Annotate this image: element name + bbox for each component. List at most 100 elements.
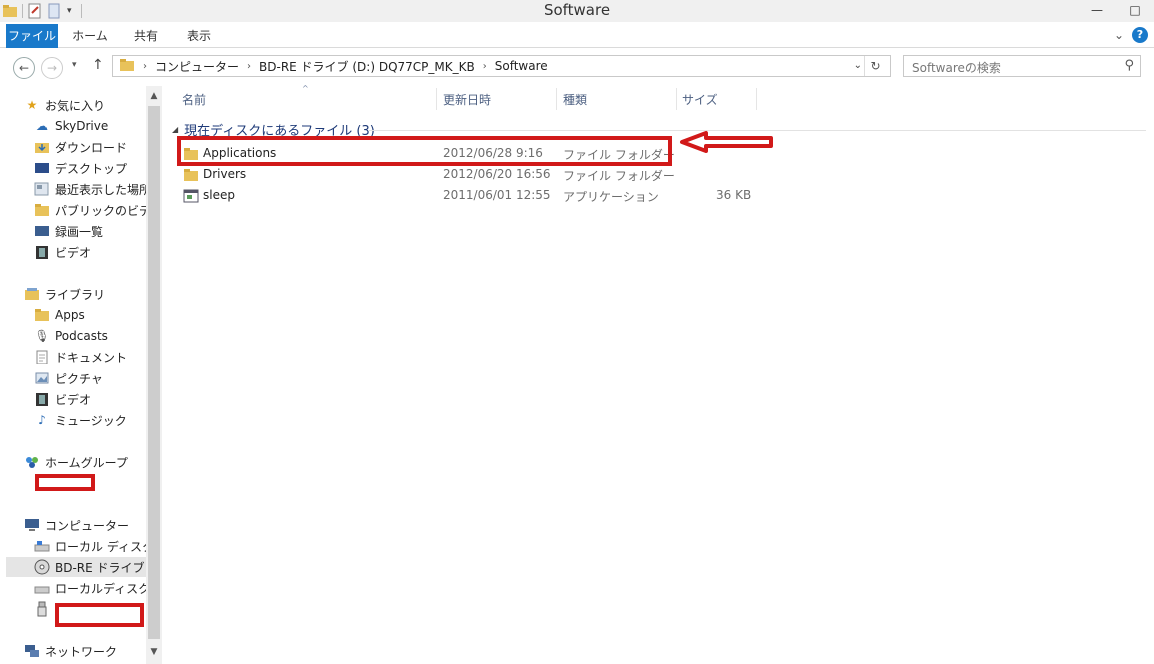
file-name: sleep [203, 188, 235, 202]
breadcrumb-item[interactable]: BD-RE ドライブ (D:) DQ77CP_MK_KB [259, 58, 475, 75]
star-icon: ★ [26, 98, 38, 112]
search-input[interactable]: Softwareの検索 [912, 59, 1001, 76]
collapse-triangle-icon[interactable]: ◢ [172, 125, 178, 134]
chevron-right-icon: › [143, 60, 147, 72]
nav-item-videos[interactable]: ビデオ [34, 242, 91, 262]
file-size: 36 KB [716, 188, 752, 202]
column-divider[interactable] [556, 88, 557, 110]
column-header-size[interactable]: サイズ [682, 90, 718, 110]
window-title: Software [543, 1, 611, 19]
file-date: 2011/06/01 12:55 [443, 188, 551, 202]
chevron-right-icon: › [247, 60, 252, 72]
drive-icon [34, 580, 50, 596]
refresh-icon[interactable]: ↻ [864, 56, 886, 76]
nav-network[interactable]: ネットワーク [24, 641, 117, 661]
tv-icon [34, 223, 50, 239]
nav-pane-scrollbar[interactable]: ▲ ▼ [146, 86, 162, 664]
nav-item-bd-re-drive[interactable]: BD-RE ドライブ (D [6, 557, 146, 577]
recent-places-icon [34, 181, 50, 197]
column-divider[interactable] [676, 88, 677, 110]
column-header-type[interactable]: 種類 [563, 90, 587, 110]
nav-item-usb-drive[interactable] [34, 599, 55, 619]
navigation-pane: ★ お気に入り ☁ SkyDrive ダウンロード デスクトップ 最近表示した場… [0, 86, 146, 664]
picture-icon [34, 370, 50, 386]
download-folder-icon [34, 139, 50, 155]
nav-item-recent-places[interactable]: 最近表示した場所 [34, 179, 146, 199]
forward-button[interactable]: → [41, 57, 63, 79]
disc-icon [34, 559, 50, 575]
ribbon-tabs: ファイル ホーム 共有 表示 ⌄ ? [0, 24, 1154, 48]
nav-item-apps[interactable]: Apps [34, 305, 85, 325]
annotation-redaction-box [55, 603, 144, 627]
nav-homegroup[interactable]: ホームグループ [24, 452, 128, 472]
breadcrumb-item[interactable]: Software [495, 59, 548, 73]
library-icon [24, 286, 40, 302]
search-icon[interactable]: ⚲ [1124, 58, 1134, 73]
tab-file[interactable]: ファイル [6, 24, 58, 48]
file-row[interactable]: sleep 2011/06/01 12:55 アプリケーション 36 KB [180, 186, 780, 206]
nav-item-podcasts[interactable]: 🎙 Podcasts [34, 326, 108, 346]
cloud-icon: ☁ [36, 119, 48, 133]
nav-item-videos-library[interactable]: ビデオ [34, 389, 91, 409]
title-bar: ▾ Software — □ [0, 0, 1154, 22]
tab-view[interactable]: 表示 [176, 24, 222, 48]
application-icon [183, 188, 199, 204]
homegroup-icon [24, 454, 40, 470]
tab-home[interactable]: ホーム [64, 24, 116, 48]
chevron-right-icon: › [482, 60, 487, 72]
scroll-down-icon[interactable]: ▼ [146, 644, 162, 660]
maximize-button[interactable]: □ [1116, 0, 1154, 20]
nav-item-public-videos[interactable]: パブリックのビデオ [34, 200, 146, 220]
nav-item-local-disk-e[interactable]: ローカルディスク (E [34, 578, 146, 598]
desktop-icon [34, 160, 50, 176]
folder-icon [119, 58, 135, 75]
nav-item-downloads[interactable]: ダウンロード [34, 137, 127, 157]
recent-locations-chevron-icon[interactable]: ▾ [72, 60, 77, 70]
folder-icon [34, 202, 50, 218]
nav-computer[interactable]: コンピューター [24, 515, 129, 535]
nav-favorites[interactable]: ★ お気に入り [24, 95, 105, 115]
minimize-button[interactable]: — [1078, 0, 1116, 20]
folder-icon [183, 167, 199, 183]
network-icon [24, 643, 40, 659]
navigation-bar: ← → ▾ ↑ › コンピューター › BD-RE ドライブ (D:) DQ77… [0, 49, 1154, 85]
arrow-left-icon: ← [18, 61, 30, 75]
column-divider[interactable] [756, 88, 757, 110]
arrow-right-icon: → [46, 61, 58, 75]
annotation-redaction-box [35, 474, 95, 491]
column-header-name[interactable]: 名前 [182, 90, 206, 110]
breadcrumb-item[interactable]: コンピューター [155, 58, 239, 75]
address-dropdown-icon[interactable]: ⌄ [854, 56, 862, 76]
film-icon [34, 391, 50, 407]
annotation-arrow-icon [680, 131, 773, 153]
nav-libraries[interactable]: ライブラリ [24, 284, 105, 304]
address-bar[interactable]: › コンピューター › BD-RE ドライブ (D:) DQ77CP_MK_KB… [112, 55, 891, 77]
back-button[interactable]: ← [13, 57, 35, 79]
column-header-date[interactable]: 更新日時 [443, 90, 491, 110]
nav-item-skydrive[interactable]: ☁ SkyDrive [34, 116, 108, 136]
expand-ribbon-icon[interactable]: ⌄ [1114, 28, 1124, 42]
nav-item-recordings[interactable]: 録画一覧 [34, 221, 103, 241]
podcast-icon: 🎙 [34, 329, 50, 343]
scroll-up-icon[interactable]: ▲ [146, 88, 162, 104]
column-divider[interactable] [436, 88, 437, 110]
document-icon [34, 349, 50, 365]
tab-share[interactable]: 共有 [122, 24, 170, 48]
folder-icon [34, 307, 50, 323]
breadcrumb: › コンピューター › BD-RE ドライブ (D:) DQ77CP_MK_KB… [119, 56, 548, 76]
nav-item-music[interactable]: ♪ ミュージック [34, 410, 127, 430]
nav-item-desktop[interactable]: デスクトップ [34, 158, 127, 178]
sort-ascending-icon: ^ [302, 84, 309, 93]
help-icon[interactable]: ? [1132, 27, 1148, 43]
nav-item-documents[interactable]: ドキュメント [34, 347, 127, 367]
search-box[interactable]: Softwareの検索 ⚲ [903, 55, 1141, 77]
file-row[interactable]: Drivers 2012/06/20 16:56 ファイル フォルダー [180, 165, 780, 185]
nav-item-pictures[interactable]: ピクチャ [34, 368, 103, 388]
file-name: Drivers [203, 167, 247, 181]
ribbon-right-controls: ⌄ ? [1114, 27, 1148, 43]
nav-item-local-disk-c[interactable]: ローカル ディスク (C [34, 536, 146, 556]
up-arrow-icon[interactable]: ↑ [92, 57, 104, 73]
music-note-icon: ♪ [38, 413, 46, 427]
file-date: 2012/06/20 16:56 [443, 167, 551, 181]
scrollbar-thumb[interactable] [148, 106, 160, 639]
